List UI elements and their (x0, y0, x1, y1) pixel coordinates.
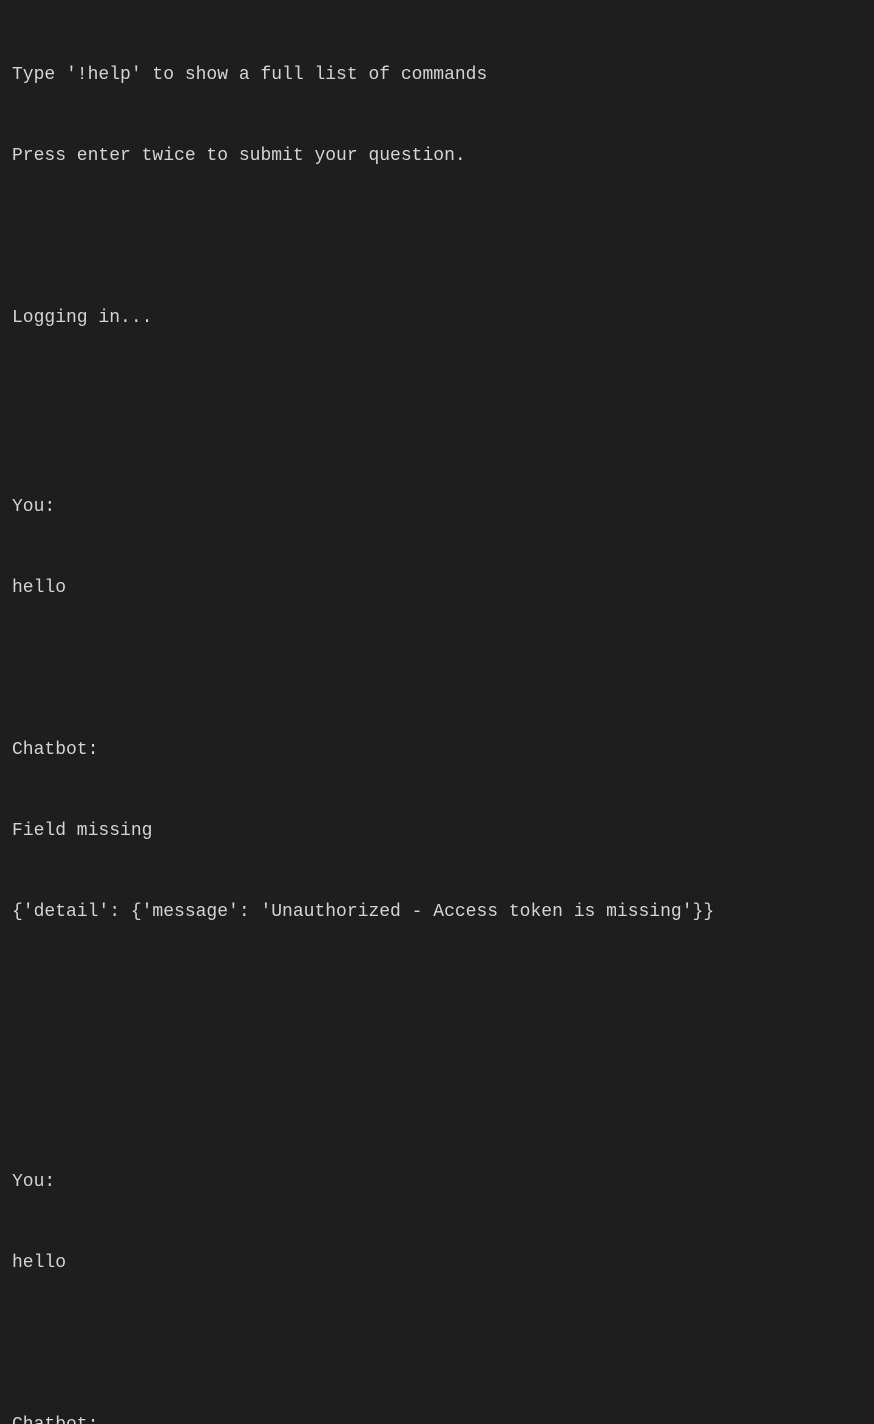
blank-line (12, 386, 862, 413)
submit-instruction: Press enter twice to submit your questio… (12, 143, 862, 170)
blank-line (12, 224, 862, 251)
help-instruction: Type '!help' to show a full list of comm… (12, 62, 862, 89)
blank-line (12, 1061, 862, 1088)
user-message: hello (12, 575, 862, 602)
login-status: Logging in... (12, 305, 862, 332)
terminal-output[interactable]: Type '!help' to show a full list of comm… (12, 8, 862, 1424)
blank-line (12, 980, 862, 1007)
bot-error-summary: Field missing (12, 818, 862, 845)
bot-label: Chatbot: (12, 1412, 862, 1424)
bot-label: Chatbot: (12, 737, 862, 764)
user-message: hello (12, 1250, 862, 1277)
user-label: You: (12, 1169, 862, 1196)
bot-error-detail: {'detail': {'message': 'Unauthorized - A… (12, 899, 862, 926)
blank-line (12, 1331, 862, 1358)
blank-line (12, 656, 862, 683)
user-label: You: (12, 494, 862, 521)
